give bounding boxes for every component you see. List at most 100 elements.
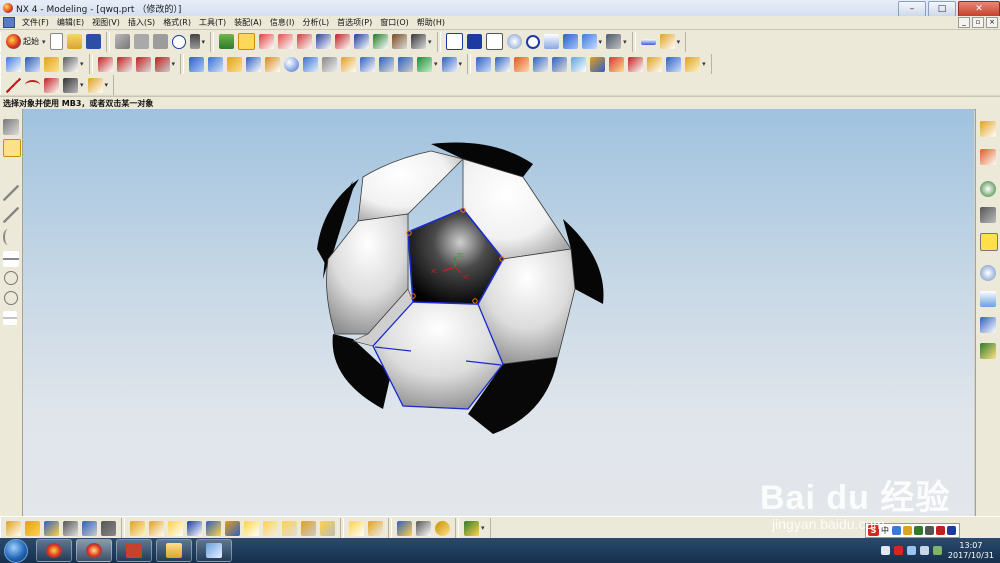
trimmed-sheet-icon[interactable] <box>263 520 278 536</box>
help-icon[interactable] <box>980 233 998 251</box>
bounded-plane-icon[interactable] <box>101 520 116 536</box>
pad-icon[interactable] <box>360 56 376 72</box>
circle-center-icon[interactable] <box>4 291 18 305</box>
roles-icon[interactable] <box>980 343 996 359</box>
point-on-curve-icon[interactable] <box>373 34 389 49</box>
circle-icon[interactable] <box>4 271 18 285</box>
arc-center-icon[interactable] <box>335 34 351 49</box>
menu-file[interactable]: 文件(F) <box>18 17 53 28</box>
snap-dropdown-arrow[interactable]: ▾ <box>428 38 432 46</box>
screen-capture-icon[interactable] <box>416 520 431 536</box>
fit-view-icon[interactable] <box>445 33 463 50</box>
menu-view[interactable]: 视图(V) <box>88 17 124 28</box>
spline-dropdown-arrow[interactable]: ▾ <box>80 81 84 89</box>
menu-assembly[interactable]: 装配(A) <box>230 17 266 28</box>
pocket-icon[interactable] <box>341 56 357 72</box>
enlarge-icon[interactable] <box>206 520 221 536</box>
offset-surface-icon[interactable] <box>244 520 259 536</box>
block-icon[interactable] <box>227 56 243 72</box>
pan-icon[interactable] <box>543 34 559 49</box>
slot-icon[interactable] <box>379 56 395 72</box>
point-constructor-icon[interactable] <box>3 139 21 157</box>
through-curves-icon[interactable] <box>6 520 21 536</box>
swoop-icon[interactable] <box>187 520 202 536</box>
menu-preferences[interactable]: 首选项(P) <box>333 17 376 28</box>
tray-network-icon[interactable] <box>906 546 916 555</box>
midpoint-icon[interactable] <box>278 34 294 49</box>
layer-icon[interactable] <box>219 34 235 49</box>
selection-filter-icon[interactable] <box>189 34 200 49</box>
section-surface-icon[interactable] <box>82 520 97 536</box>
menu-analysis[interactable]: 分析(L) <box>298 17 333 28</box>
copy-icon[interactable] <box>133 34 149 49</box>
spline-icon[interactable] <box>97 56 113 72</box>
feature-operation-dropdown-arrow[interactable]: ▾ <box>702 60 706 68</box>
perspective-icon[interactable] <box>562 34 578 49</box>
object-display-icon[interactable] <box>435 520 450 536</box>
cylinder-icon[interactable] <box>246 56 262 72</box>
filter-dropdown-arrow[interactable]: ▾ <box>202 38 206 46</box>
ruled-surface-icon[interactable] <box>25 520 40 536</box>
curve-tool-icon[interactable] <box>3 229 13 245</box>
bridge-curve-icon[interactable] <box>135 56 151 72</box>
curve-dropdown-arrow[interactable]: ▾ <box>172 60 176 68</box>
thicken-icon[interactable] <box>666 56 682 72</box>
taskbar-app-nx-alt[interactable] <box>36 539 72 562</box>
boolean-dropdown-arrow[interactable]: ▾ <box>434 60 438 68</box>
tray-security-icon[interactable] <box>893 546 903 555</box>
rotate-icon[interactable] <box>525 34 540 49</box>
export-icon[interactable] <box>464 520 479 536</box>
chamfer-icon[interactable] <box>495 56 511 72</box>
new-file-icon[interactable] <box>49 33 63 50</box>
extend-surface-icon[interactable] <box>168 520 183 536</box>
close-button[interactable]: ✕ <box>958 1 1000 17</box>
soccer-ball-model[interactable]: XC YC ZC <box>23 109 974 516</box>
start-menu-button[interactable]: 起始 <box>23 36 39 47</box>
undo-icon[interactable] <box>171 34 186 49</box>
sew-icon[interactable] <box>628 56 644 72</box>
point-on-face-icon[interactable] <box>392 34 408 49</box>
shape-studio-icon[interactable] <box>44 56 59 72</box>
draft-icon[interactable] <box>514 56 530 72</box>
measure-distance-icon[interactable] <box>640 38 656 45</box>
point-tool-icon[interactable] <box>3 311 17 325</box>
part-navigator-icon[interactable] <box>980 149 996 165</box>
x-form-icon[interactable] <box>149 520 164 536</box>
trim-curve-icon[interactable] <box>154 56 170 72</box>
line-segment-icon[interactable] <box>3 207 19 223</box>
taskbar-clock[interactable]: 13:07 2017/10/31 <box>948 541 994 561</box>
curve-analysis-icon[interactable] <box>87 77 103 93</box>
windows-start-button[interactable] <box>4 538 28 563</box>
studio-spline-icon[interactable] <box>63 77 78 93</box>
through-mesh-icon[interactable] <box>44 520 59 536</box>
shell-icon[interactable] <box>441 56 457 72</box>
edit-surface-icon[interactable] <box>225 520 240 536</box>
tray-arrow-icon[interactable] <box>880 546 890 555</box>
history-icon[interactable] <box>980 265 996 281</box>
revolve-icon[interactable] <box>208 56 224 72</box>
menu-tools[interactable]: 工具(T) <box>195 17 230 28</box>
menu-window[interactable]: 窗口(O) <box>376 17 413 28</box>
maximize-button[interactable]: □ <box>928 1 956 17</box>
line-icon[interactable] <box>6 77 21 93</box>
snap-point-icon[interactable] <box>238 33 256 50</box>
render-style-dropdown-arrow[interactable]: ▾ <box>599 38 603 46</box>
taskbar-app-viewer[interactable] <box>196 539 232 562</box>
orient-view-icon[interactable] <box>606 34 622 49</box>
shaded-view-icon[interactable] <box>581 34 597 49</box>
trim-body-icon[interactable] <box>571 56 587 72</box>
doc-close-button[interactable]: × <box>986 17 998 28</box>
orient-view-dropdown-arrow[interactable]: ▾ <box>623 38 627 46</box>
patch-icon[interactable] <box>647 56 663 72</box>
export-dropdown-arrow[interactable]: ▾ <box>481 524 485 532</box>
analysis-dropdown-arrow[interactable]: ▾ <box>677 38 681 46</box>
cut-icon[interactable] <box>114 34 130 49</box>
select-tool-icon[interactable] <box>3 119 19 135</box>
cone-icon[interactable] <box>265 56 281 72</box>
feature-dropdown-arrow[interactable]: ▾ <box>459 60 463 68</box>
doc-restore-button[interactable]: ▫ <box>972 17 984 28</box>
arc-icon[interactable] <box>25 80 40 90</box>
training-icon[interactable] <box>980 207 996 223</box>
tray-volume-icon[interactable] <box>919 546 929 555</box>
face-blend-icon[interactable] <box>320 520 335 536</box>
